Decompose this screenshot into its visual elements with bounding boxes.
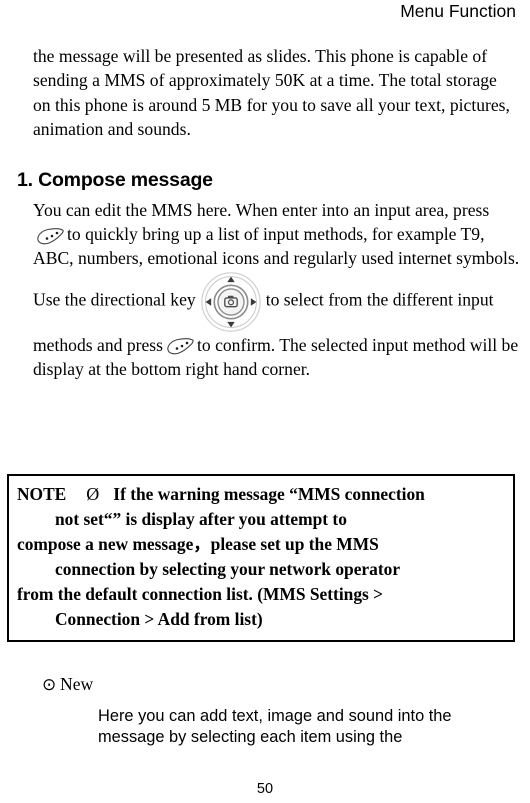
note-line-3: compose a new message，please set up the …	[17, 534, 379, 554]
page-header-title: Menu Function	[400, 1, 516, 21]
note-line-1: If the warning message “MMS connection	[113, 484, 425, 504]
bullet-body-text: Here you can add text, image and sound i…	[98, 707, 452, 746]
bullet-row-new: ⊙ New	[42, 672, 530, 697]
note-line-5-row: from the default connection list. (MMS S…	[17, 582, 505, 607]
circle-dot-bullet-icon: ⊙	[42, 675, 57, 694]
softkey-icon-confirm	[165, 336, 195, 356]
page-number: 50	[256, 781, 274, 797]
compose-body-part-1: You can edit the MMS here. When enter in…	[33, 199, 490, 220]
note-line-4-row: connection by selecting your network ope…	[17, 557, 505, 582]
intro-paragraph: the message will be presented as slides.…	[33, 46, 510, 140]
note-line-3-row: compose a new message，please set up the …	[17, 532, 505, 557]
compose-message-body: You can edit the MMS here. When enter in…	[33, 198, 520, 382]
note-line-2-row: not set“” is display after you attempt t…	[17, 507, 505, 532]
directional-key-icon	[200, 271, 262, 333]
note-first-line: NOTE Ø If the warning message “MMS connect…	[17, 482, 505, 507]
note-line-5: from the default connection list. (MMS S…	[17, 584, 384, 604]
note-line-4: connection by selecting your network ope…	[55, 559, 401, 579]
note-line-6-row: Connection > Add from list)	[17, 607, 505, 632]
softkey-icon	[35, 226, 65, 246]
bullet-label-new: New	[60, 674, 94, 694]
note-box: NOTE Ø If the warning message “MMS connect…	[7, 474, 515, 642]
note-symbol-icon: Ø	[86, 484, 100, 504]
note-line-6: Connection > Add from list)	[55, 609, 263, 629]
section-heading-compose-message: 1. Compose message	[17, 168, 213, 191]
note-label: NOTE	[17, 484, 67, 504]
page-header: Menu Function	[0, 0, 516, 22]
new-item-section: ⊙ New Here you can add text, image and so…	[0, 672, 530, 748]
note-line-2: not set“” is display after you attempt t…	[55, 509, 347, 529]
page-content: the message will be presented as slides.…	[0, 44, 530, 382]
